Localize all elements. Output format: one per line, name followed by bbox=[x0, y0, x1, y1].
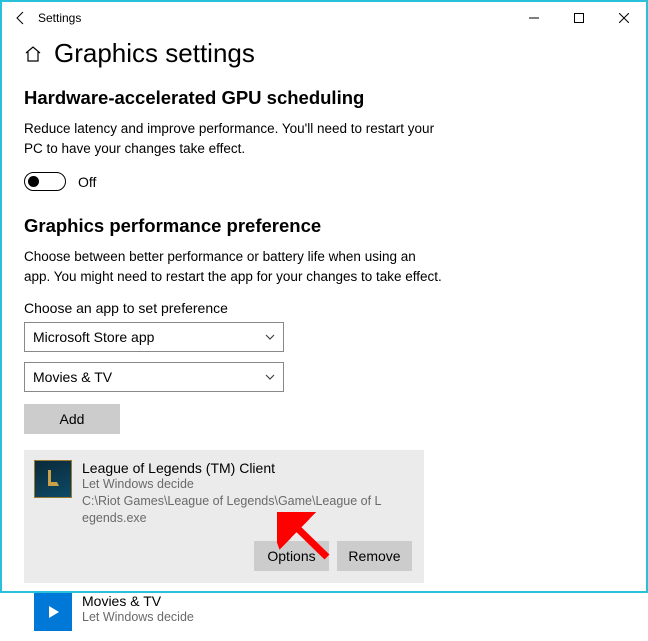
app-item-movies-tv[interactable]: Movies & TV Let Windows decide bbox=[24, 583, 424, 641]
app-select[interactable]: Movies & TV bbox=[24, 362, 284, 392]
section-perf-desc: Choose between better performance or bat… bbox=[24, 247, 444, 286]
section-gpu-desc: Reduce latency and improve performance. … bbox=[24, 119, 444, 158]
choose-app-label: Choose an app to set preference bbox=[24, 300, 624, 316]
gpu-scheduling-toggle-label: Off bbox=[78, 174, 96, 190]
app-type-select[interactable]: Microsoft Store app bbox=[24, 322, 284, 352]
titlebar: Settings bbox=[2, 2, 646, 34]
app-path: C:\Riot Games\League of Legends\Game\Lea… bbox=[82, 493, 382, 527]
section-perf-heading: Graphics performance preference bbox=[24, 215, 624, 237]
app-type-value: Microsoft Store app bbox=[33, 329, 154, 345]
app-name: Movies & TV bbox=[82, 593, 412, 609]
add-button[interactable]: Add bbox=[24, 404, 120, 434]
app-select-value: Movies & TV bbox=[33, 369, 112, 385]
app-item-league-of-legends[interactable]: League of Legends (TM) Client Let Window… bbox=[24, 450, 424, 537]
app-item-actions: Options Remove bbox=[24, 537, 424, 583]
section-gpu-heading: Hardware-accelerated GPU scheduling bbox=[24, 87, 624, 109]
maximize-button[interactable] bbox=[556, 3, 601, 33]
close-button[interactable] bbox=[601, 3, 646, 33]
content: Graphics settings Hardware-accelerated G… bbox=[2, 34, 646, 641]
home-icon[interactable] bbox=[24, 45, 42, 63]
back-button[interactable] bbox=[10, 7, 32, 29]
chevron-down-icon bbox=[265, 371, 275, 383]
app-subtitle: Let Windows decide bbox=[82, 476, 412, 493]
app-name: League of Legends (TM) Client bbox=[82, 460, 412, 476]
gpu-scheduling-toggle[interactable] bbox=[24, 172, 66, 191]
remove-button[interactable]: Remove bbox=[337, 541, 412, 571]
window-title: Settings bbox=[38, 11, 81, 25]
app-list: League of Legends (TM) Client Let Window… bbox=[24, 450, 424, 641]
minimize-button[interactable] bbox=[511, 3, 556, 33]
app-icon bbox=[34, 460, 72, 498]
toggle-knob bbox=[28, 176, 39, 187]
app-subtitle: Let Windows decide bbox=[82, 609, 412, 626]
options-button[interactable]: Options bbox=[254, 541, 329, 571]
app-icon bbox=[34, 593, 72, 631]
chevron-down-icon bbox=[265, 331, 275, 343]
page-title: Graphics settings bbox=[54, 38, 255, 69]
